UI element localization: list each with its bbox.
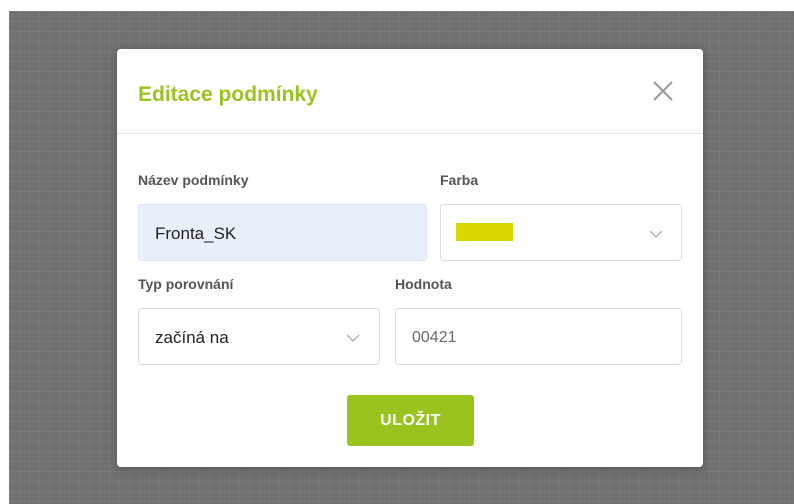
color-select[interactable] bbox=[440, 204, 682, 261]
condition-name-input[interactable]: Fronta_SK bbox=[138, 204, 427, 261]
value-field-text: 00421 bbox=[412, 329, 457, 346]
condition-name-value: Fronta_SK bbox=[155, 224, 237, 243]
color-swatch bbox=[456, 223, 513, 241]
value-label: Hodnota bbox=[395, 276, 452, 292]
value-input[interactable]: 00421 bbox=[395, 308, 682, 365]
comparison-type-value: začíná na bbox=[155, 328, 229, 347]
condition-name-label: Název podmínky bbox=[138, 172, 249, 188]
edit-condition-dialog: Editace podmínky Název podmínky Farba Fr… bbox=[117, 49, 703, 467]
dialog-header: Editace podmínky bbox=[117, 49, 703, 134]
chevron-down-icon bbox=[649, 230, 663, 239]
color-label: Farba bbox=[440, 172, 479, 188]
chevron-down-icon bbox=[346, 334, 360, 343]
comparison-type-select[interactable]: začíná na bbox=[138, 308, 380, 365]
dialog-title: Editace podmínky bbox=[138, 83, 318, 106]
save-button[interactable]: ULOŽIT bbox=[347, 395, 474, 446]
comparison-type-label: Typ porovnání bbox=[138, 276, 234, 292]
close-icon[interactable] bbox=[651, 79, 675, 103]
